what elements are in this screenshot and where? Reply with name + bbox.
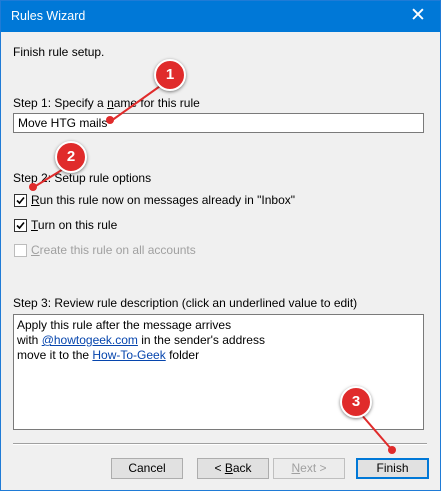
annotation-marker-2: 2 <box>55 141 87 173</box>
annotation-marker-3: 3 <box>340 386 372 418</box>
annotation-dot-1 <box>106 116 114 124</box>
annotation-arrows <box>33 83 393 451</box>
annotation-dot-3 <box>388 446 396 454</box>
annotation-marker-1: 1 <box>154 59 186 91</box>
annotation-dot-2 <box>29 183 37 191</box>
rules-wizard-dialog: Rules Wizard ✕ Finish rule setup. Step 1… <box>0 0 441 491</box>
